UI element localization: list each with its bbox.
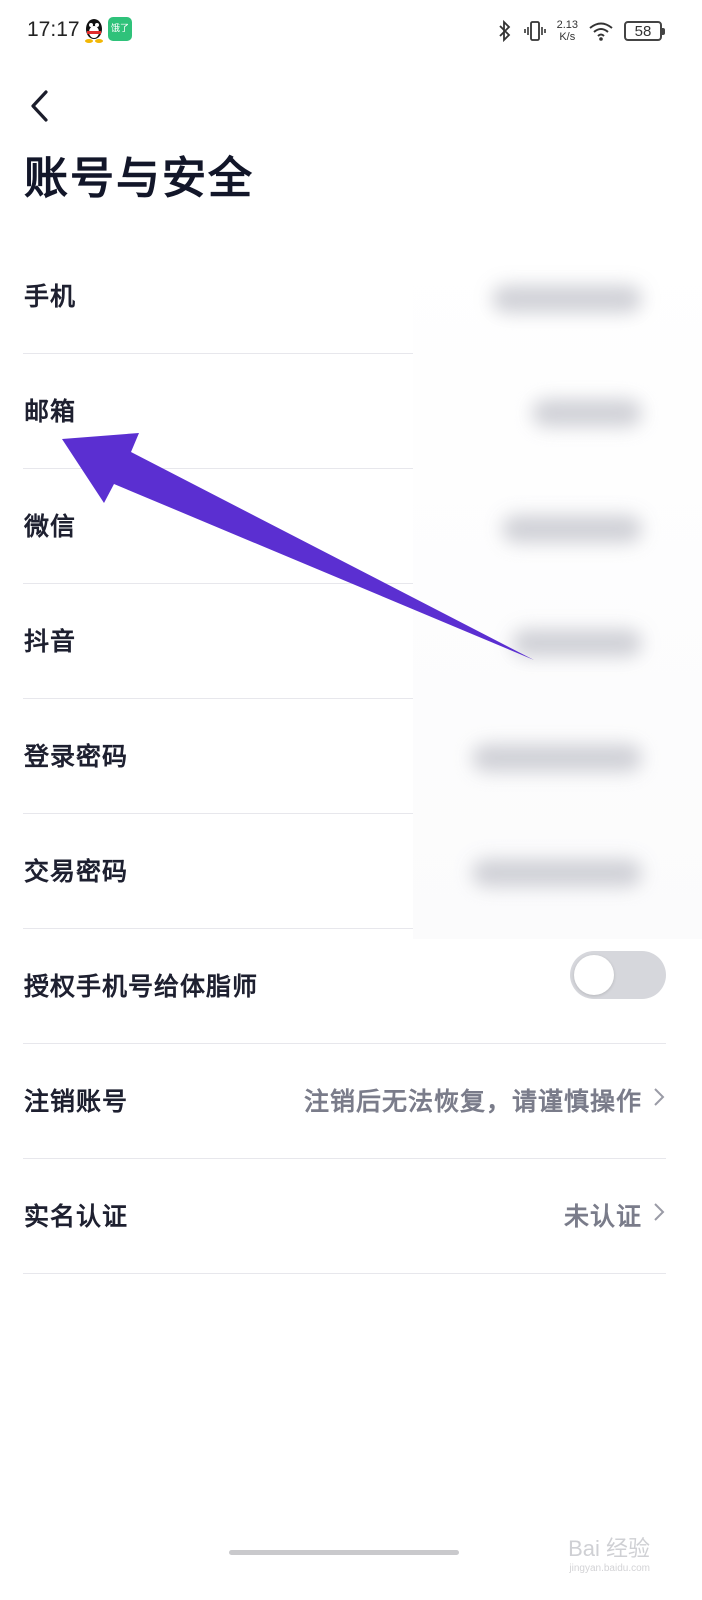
row-cancel-account[interactable]: 注销账号 注销后无法恢复，请谨慎操作 [23, 1044, 666, 1159]
redacted-trade-password [472, 859, 642, 887]
row-label: 授权手机号给体脂师 [24, 972, 259, 1001]
row-login-password[interactable]: 登录密码 [23, 699, 413, 814]
row-phone[interactable]: 手机 [23, 239, 413, 354]
wifi-icon [589, 22, 613, 41]
network-speed: 2.13 K/s [557, 19, 578, 43]
redacted-login-password [472, 744, 642, 772]
home-indicator[interactable] [229, 1550, 459, 1555]
network-speed-unit: K/s [559, 31, 576, 43]
row-trade-password[interactable]: 交易密码 [23, 814, 413, 929]
redacted-douyin [512, 629, 642, 657]
watermark-url: jingyan.baidu.com [569, 1563, 650, 1574]
chevron-right-icon [654, 1088, 665, 1106]
app-notification-icon: 饿了 [108, 17, 132, 41]
redacted-wechat [502, 515, 642, 543]
redacted-email [532, 399, 642, 427]
row-authorize-phone: 授权手机号给体脂师 [23, 929, 666, 1044]
watermark-brand: Bai 经验 [568, 1536, 650, 1561]
redacted-phone [492, 285, 642, 313]
row-label: 手机 [24, 282, 77, 311]
authorize-phone-toggle[interactable] [570, 951, 666, 999]
status-right-group: 2.13 K/s 58 [497, 14, 665, 48]
row-value: 注销后无法恢复，请谨慎操作 [303, 1087, 642, 1116]
row-label: 交易密码 [24, 857, 129, 886]
row-email[interactable]: 邮箱 [23, 354, 413, 469]
row-label: 邮箱 [24, 397, 77, 426]
network-speed-value: 2.13 [556, 19, 578, 31]
toggle-knob [574, 955, 614, 995]
baidu-watermark: Bai 经验 jingyan.baidu.com [568, 1531, 650, 1574]
row-real-name[interactable]: 实名认证 未认证 [23, 1159, 666, 1274]
status-bar: 17:17 饿了 2.13 K/s 58 [0, 0, 702, 64]
page-title: 账号与安全 [24, 153, 254, 204]
row-label: 实名认证 [24, 1202, 129, 1231]
row-value: 未认证 [563, 1202, 642, 1231]
row-label: 抖音 [24, 627, 77, 656]
row-label: 注销账号 [24, 1087, 129, 1116]
battery-indicator: 58 [624, 21, 665, 41]
qq-penguin-icon [85, 19, 103, 43]
back-arrow-icon[interactable] [24, 86, 60, 126]
status-time: 17:17 [27, 18, 80, 41]
bluetooth-icon [498, 19, 510, 43]
row-wechat[interactable]: 微信 [23, 469, 413, 584]
chevron-right-icon [654, 1203, 665, 1221]
vibrate-icon [523, 21, 546, 41]
row-label: 微信 [24, 512, 77, 541]
row-label: 登录密码 [24, 742, 129, 771]
row-douyin[interactable]: 抖音 [23, 584, 413, 699]
redacted-values-area [413, 239, 702, 939]
